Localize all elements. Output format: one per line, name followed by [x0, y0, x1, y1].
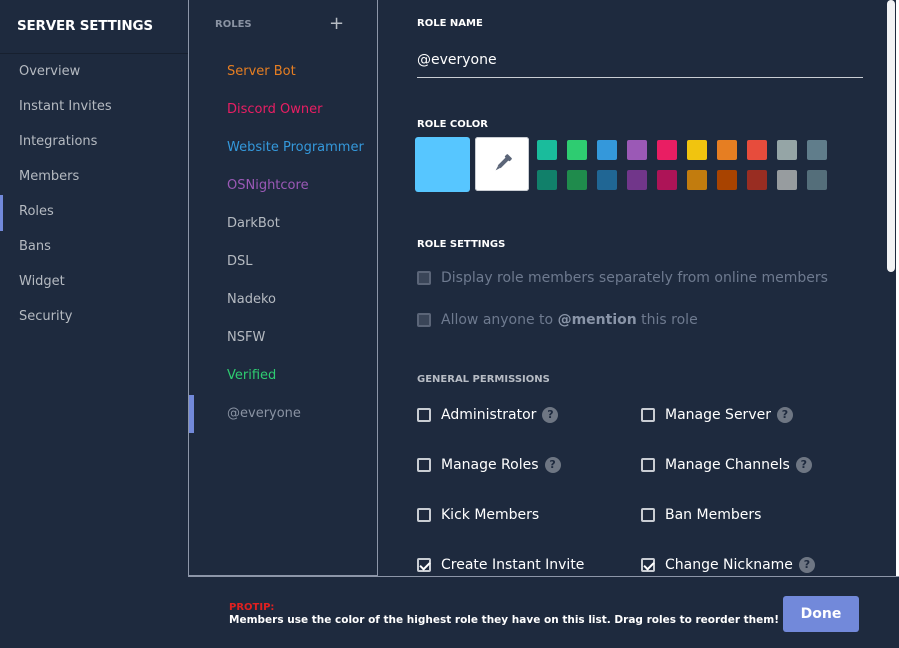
sidebar-item-roles[interactable]: Roles	[19, 202, 54, 222]
role-item[interactable]: @everyone	[227, 404, 301, 424]
roles-list: ROLES + Server Bot Discord Owner Website…	[188, 0, 378, 576]
role-item[interactable]: Verified	[227, 366, 276, 386]
role-name-input[interactable]: @everyone	[417, 49, 863, 78]
plus-icon[interactable]: +	[329, 14, 344, 34]
sidebar-item-security[interactable]: Security	[19, 307, 72, 327]
display-separately-checkbox[interactable]	[417, 271, 431, 285]
display-separately-label: Display role members separately from onl…	[441, 270, 828, 286]
kick-members-checkbox[interactable]	[417, 508, 431, 522]
create-instant-invite-checkbox[interactable]	[417, 558, 431, 572]
color-swatch[interactable]	[567, 140, 587, 160]
color-swatch[interactable]	[807, 140, 827, 160]
color-swatch[interactable]	[597, 140, 617, 160]
role-item[interactable]: NSFW	[227, 328, 265, 348]
color-swatch[interactable]	[777, 170, 797, 190]
general-permissions-label: GENERAL PERMISSIONS	[417, 374, 550, 385]
perm-manage-channels[interactable]: Manage Channels ?	[641, 455, 812, 475]
help-icon[interactable]: ?	[776, 407, 793, 423]
perm-kick-members[interactable]: Kick Members	[417, 505, 539, 525]
manage-roles-checkbox[interactable]	[417, 458, 431, 472]
color-swatch[interactable]	[537, 140, 557, 160]
color-swatch[interactable]	[687, 170, 707, 190]
color-swatch[interactable]	[627, 170, 647, 190]
settings-sidebar: SERVER SETTINGS Overview Instant Invites…	[0, 0, 188, 648]
roles-header: ROLES	[215, 19, 252, 30]
help-icon[interactable]: ?	[542, 407, 559, 423]
sidebar-divider	[0, 53, 188, 54]
role-item[interactable]: Discord Owner	[227, 100, 322, 120]
help-icon[interactable]: ?	[798, 557, 815, 573]
sidebar-item-widget[interactable]: Widget	[19, 272, 65, 292]
allow-mention-checkbox[interactable]	[417, 313, 431, 327]
role-editor: ROLE NAME @everyone ROLE COLOR ROLE SETT…	[378, 0, 885, 576]
color-swatch[interactable]	[807, 170, 827, 190]
footer-bar: PROTIP: Members use the color of the hig…	[188, 576, 899, 648]
manage-channels-checkbox[interactable]	[641, 458, 655, 472]
perm-change-nickname[interactable]: Change Nickname ?	[641, 555, 815, 575]
done-button[interactable]: Done	[783, 596, 859, 632]
role-item[interactable]: OSNightcore	[227, 176, 309, 196]
scrollbar-thumb[interactable]	[887, 0, 895, 272]
protip-text: Members use the color of the highest rol…	[229, 614, 779, 626]
manage-server-checkbox[interactable]	[641, 408, 655, 422]
perm-manage-server[interactable]: Manage Server ?	[641, 405, 793, 425]
help-icon[interactable]: ?	[544, 457, 561, 473]
sidebar-item-integrations[interactable]: Integrations	[19, 132, 97, 152]
change-nickname-checkbox[interactable]	[641, 558, 655, 572]
selected-color-swatch	[415, 137, 470, 192]
color-swatch[interactable]	[777, 140, 797, 160]
role-item[interactable]: Website Programmer	[227, 138, 364, 158]
role-settings-label: ROLE SETTINGS	[417, 239, 506, 250]
color-swatch[interactable]	[567, 170, 587, 190]
color-swatch[interactable]	[747, 170, 767, 190]
color-swatch[interactable]	[687, 140, 707, 160]
perm-manage-roles[interactable]: Manage Roles ?	[417, 455, 561, 475]
active-indicator	[0, 195, 3, 231]
role-name-label: ROLE NAME	[417, 18, 483, 29]
allow-mention-option[interactable]: Allow anyone to @mention this role	[417, 310, 698, 330]
role-color-label: ROLE COLOR	[417, 119, 488, 130]
allow-mention-label: Allow anyone to @mention this role	[441, 312, 698, 328]
color-swatch[interactable]	[537, 170, 557, 190]
color-swatch[interactable]	[717, 170, 737, 190]
color-swatch[interactable]	[627, 140, 647, 160]
color-swatch[interactable]	[597, 170, 617, 190]
perm-administrator[interactable]: Administrator ?	[417, 405, 559, 425]
role-item[interactable]: DarkBot	[227, 214, 280, 234]
ban-members-checkbox[interactable]	[641, 508, 655, 522]
protip-label: PROTIP:	[229, 602, 275, 613]
sidebar-item-members[interactable]: Members	[19, 167, 79, 187]
selected-role-indicator	[189, 395, 194, 433]
display-separately-option[interactable]: Display role members separately from onl…	[417, 268, 828, 288]
role-item[interactable]: Server Bot	[227, 62, 296, 82]
role-item[interactable]: Nadeko	[227, 290, 276, 310]
sidebar-item-instant-invites[interactable]: Instant Invites	[19, 97, 112, 117]
sidebar-item-bans[interactable]: Bans	[19, 237, 51, 257]
color-swatch[interactable]	[747, 140, 767, 160]
sidebar-title: SERVER SETTINGS	[17, 18, 153, 34]
administrator-checkbox[interactable]	[417, 408, 431, 422]
sidebar-item-overview[interactable]: Overview	[19, 62, 80, 82]
color-swatch[interactable]	[717, 140, 737, 160]
role-item[interactable]: DSL	[227, 252, 253, 272]
perm-create-instant-invite[interactable]: Create Instant Invite	[417, 555, 584, 575]
color-swatch[interactable]	[657, 140, 677, 160]
color-picker-button[interactable]	[475, 137, 529, 191]
eyedropper-icon	[495, 154, 512, 171]
color-swatch[interactable]	[657, 170, 677, 190]
help-icon[interactable]: ?	[795, 457, 812, 473]
perm-ban-members[interactable]: Ban Members	[641, 505, 761, 525]
